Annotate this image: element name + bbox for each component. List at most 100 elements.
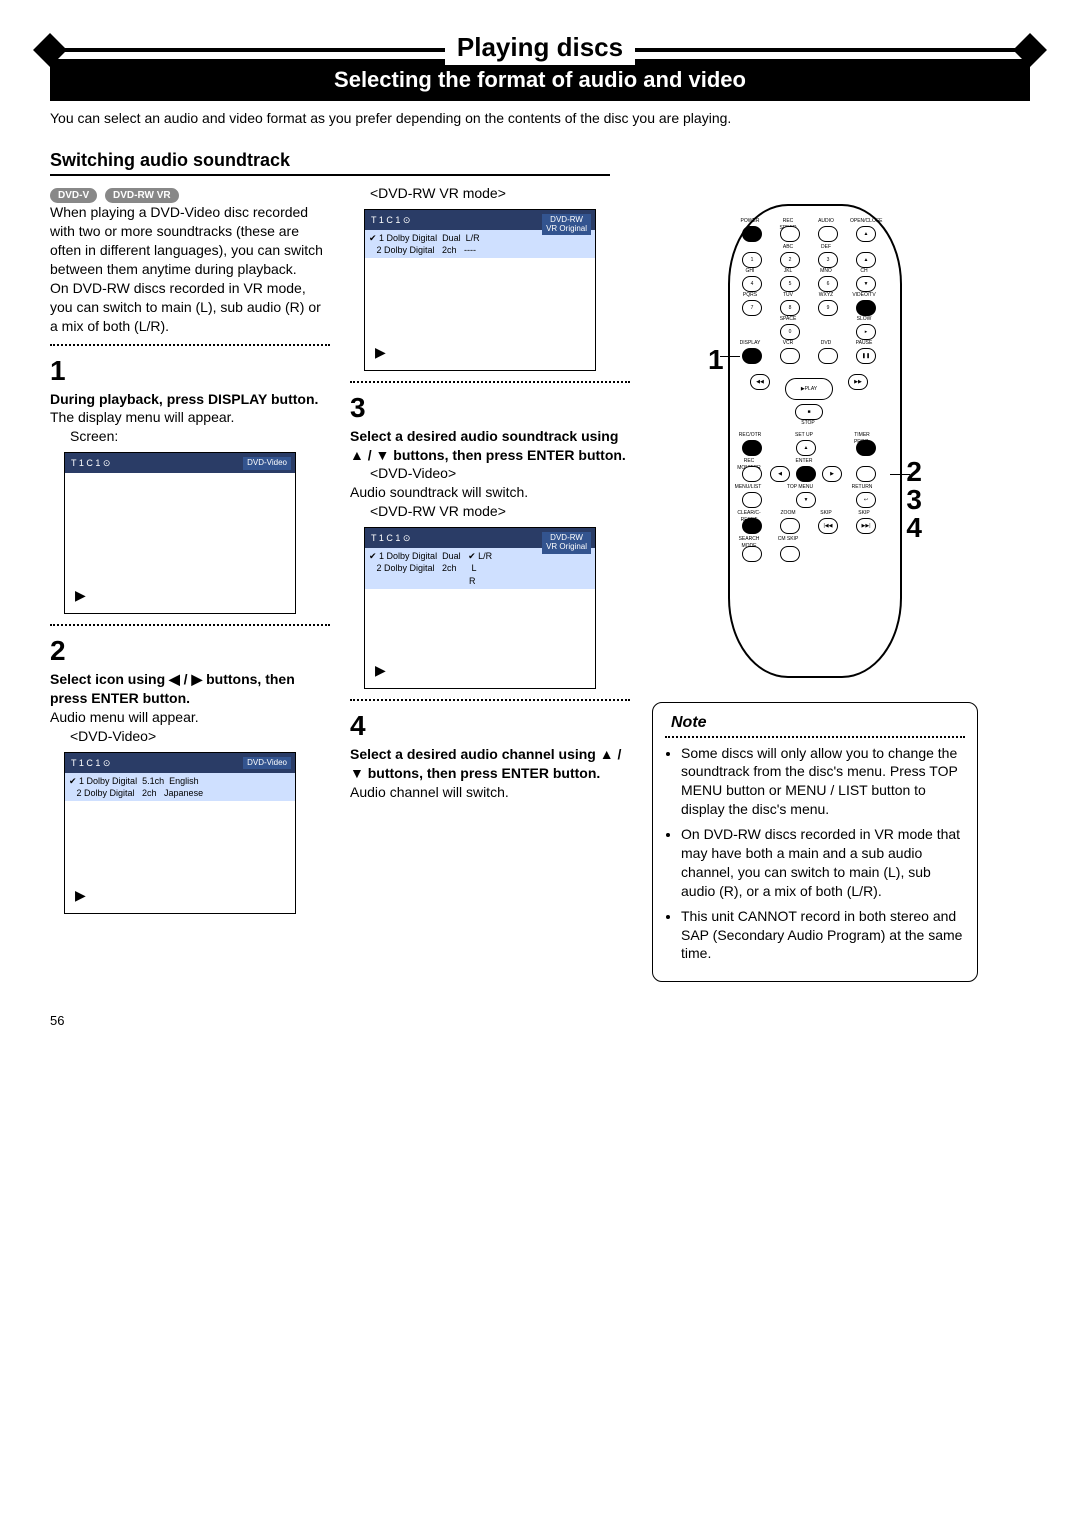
label-ch: CH (850, 268, 878, 275)
step3-b3: <DVD-RW VR mode> (370, 502, 630, 521)
search-button[interactable] (742, 546, 762, 562)
step3-head: Select a desired audio soundtrack using … (350, 427, 630, 465)
column-middle: <DVD-RW VR mode> T 1 C 1 ⊙ 00:00:00 DVD-… (350, 184, 630, 982)
step1-body: The display menu will appear. (50, 408, 330, 427)
label-setup: SET UP (790, 432, 818, 439)
right-side-button[interactable] (856, 466, 876, 482)
power-button[interactable] (742, 226, 762, 242)
label-wxyz: WXYZ (812, 292, 840, 299)
play-icon: ▶ (75, 886, 86, 905)
label-enter: ENTER (790, 458, 818, 465)
dvd-button[interactable] (818, 348, 838, 364)
step3-b1: <DVD-Video> (370, 464, 630, 483)
slow-button[interactable]: ▸ (856, 324, 876, 340)
label-skip1: SKIP (812, 510, 840, 517)
divider (350, 381, 630, 383)
vr-tag-line1: DVD-RW (550, 533, 583, 542)
page-subtitle: Selecting the format of audio and video (50, 59, 1030, 101)
step4-body: Audio channel will switch. (350, 783, 630, 802)
screen-tag-vr: DVD-RW VR Original (542, 214, 591, 236)
display-button[interactable] (742, 348, 762, 364)
remote-diagram: POWER REC SPEED AUDIO OPEN/CLOSE ▲ ABC D… (728, 204, 902, 678)
remote-lead-1: 1 (708, 341, 724, 379)
openclose-button[interactable]: ▲ (856, 226, 876, 242)
stop-button[interactable]: ■ (795, 404, 823, 420)
arrow-right-button[interactable]: ▶ (822, 466, 842, 482)
note-heading: Note (665, 712, 713, 734)
label-dvd: DVD (812, 340, 840, 347)
ch-down[interactable]: ▼ (856, 276, 876, 292)
ff-button[interactable]: ▶▶ (848, 374, 868, 390)
page-number: 56 (50, 1012, 1030, 1030)
step1-head: During playback, press DISPLAY button. (50, 390, 330, 409)
key-0[interactable]: 0 (780, 324, 800, 340)
label-videotv: VIDEO/TV (850, 292, 878, 299)
label-slow: SLOW (850, 316, 878, 323)
note-item: Some discs will only allow you to change… (681, 744, 965, 820)
play-button[interactable]: ▶ PLAY (785, 378, 833, 400)
key-9[interactable]: 9 (818, 300, 838, 316)
vcr-button[interactable] (780, 348, 800, 364)
videotv-button[interactable] (856, 300, 876, 316)
column-right: POWER REC SPEED AUDIO OPEN/CLOSE ▲ ABC D… (650, 184, 980, 982)
label-pause: PAUSE (850, 340, 878, 347)
arrow-up-button[interactable]: ▲ (796, 440, 816, 456)
screen-info: T 1 C 1 ⊙ (371, 532, 410, 544)
step4-number: 4 (350, 707, 630, 745)
step1-body2: Screen: (70, 427, 330, 446)
label-cmskip: CM SKIP (774, 536, 802, 543)
arrow-down-button[interactable]: ▼ (796, 492, 816, 508)
vr-mode-label: <DVD-RW VR mode> (370, 184, 630, 203)
key-1[interactable]: 1 (742, 252, 762, 268)
key-6[interactable]: 6 (818, 276, 838, 292)
play-icon: ▶ (375, 661, 386, 680)
recmon-button[interactable] (742, 466, 762, 482)
skipback-button[interactable]: |◀◀ (818, 518, 838, 534)
screen-info: T 1 C 1 ⊙ (371, 214, 410, 226)
key-5[interactable]: 5 (780, 276, 800, 292)
note-divider (665, 736, 965, 738)
key-2[interactable]: 2 (780, 252, 800, 268)
cmskip-button[interactable] (780, 546, 800, 562)
remote-lead-2: 2 (906, 458, 922, 486)
enter-button[interactable] (796, 466, 816, 482)
screen-list: ✔ 1 Dolby Digital 5.1ch English 2 Dolby … (65, 773, 295, 801)
return-button[interactable]: ↩ (856, 492, 876, 508)
badge-dvd-rw: DVD-RW VR (105, 188, 179, 204)
menulist-button[interactable] (742, 492, 762, 508)
skipfwd-button[interactable]: ▶▶| (856, 518, 876, 534)
step1-number: 1 (50, 352, 330, 390)
rew-button[interactable]: ◀◀ (750, 374, 770, 390)
key-8[interactable]: 8 (780, 300, 800, 316)
label-return: RETURN (848, 484, 876, 491)
label-display: DISPLAY (736, 340, 764, 347)
screen-tag-dvdvideo: DVD-Video (243, 457, 291, 470)
key-3[interactable]: 3 (818, 252, 838, 268)
play-icon: ▶ (75, 586, 86, 605)
note-item: This unit CANNOT record in both stereo a… (681, 907, 965, 964)
divider (350, 699, 630, 701)
timer-button[interactable] (856, 440, 876, 456)
label-ghi: GHI (736, 268, 764, 275)
recspeed-button[interactable] (780, 226, 800, 242)
divider (50, 624, 330, 626)
audio-button[interactable] (818, 226, 838, 242)
rec-button[interactable] (742, 440, 762, 456)
arrow-left-button[interactable]: ◀ (770, 466, 790, 482)
step2-body: Audio menu will appear. (50, 708, 330, 727)
key-4[interactable]: 4 (742, 276, 762, 292)
remote-lead-3: 3 (906, 486, 922, 514)
screen-info: T 1 C 1 ⊙ (71, 457, 110, 469)
clear-button[interactable] (742, 518, 762, 534)
vr-tag-line1: DVD-RW (550, 215, 583, 224)
ch-up[interactable]: ▲ (856, 252, 876, 268)
step4-head: Select a desired audio channel using ▲ /… (350, 745, 630, 783)
screen-vr-2: T 1 C 1 ⊙ 00:00:00 DVD-RW VR Original ✔ … (364, 527, 596, 689)
label-mno: MNO (812, 268, 840, 275)
pause-button[interactable]: ❚❚ (856, 348, 876, 364)
vr-tag-line2: VR Original (546, 224, 587, 233)
zoom-button[interactable] (780, 518, 800, 534)
label-jkl: JKL (774, 268, 802, 275)
key-7[interactable]: 7 (742, 300, 762, 316)
label-topmenu: TOP MENU (786, 484, 814, 491)
